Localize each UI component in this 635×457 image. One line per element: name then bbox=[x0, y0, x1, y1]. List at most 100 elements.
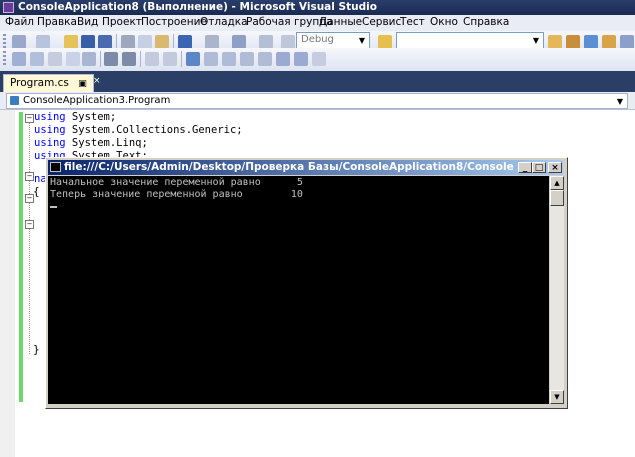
keyword: using bbox=[34, 124, 66, 136]
decrease-indent-icon[interactable] bbox=[104, 52, 118, 66]
cut-icon[interactable] bbox=[121, 35, 135, 49]
open-folder-icon[interactable] bbox=[64, 35, 78, 49]
class-icon bbox=[10, 96, 19, 105]
toggle-bookmark-icon[interactable] bbox=[186, 52, 200, 66]
console-title-bar[interactable]: file:///C:/Users/Admin/Desktop/Проверка … bbox=[48, 160, 563, 175]
separator bbox=[181, 51, 182, 67]
word-completion-icon[interactable] bbox=[66, 52, 80, 66]
next-bookmark-in-document-icon[interactable] bbox=[294, 52, 308, 66]
maximize-icon[interactable]: □ bbox=[532, 162, 546, 173]
type-selector[interactable]: ConsoleApplication3.Program ▼ bbox=[6, 93, 628, 109]
change-tracking-bar bbox=[19, 112, 23, 402]
comment-lines-icon[interactable] bbox=[145, 52, 159, 66]
console-scrollbar[interactable]: ▲ ▼ bbox=[550, 176, 564, 404]
menu-tools[interactable]: Сервис bbox=[362, 16, 401, 28]
scroll-up-icon[interactable]: ▲ bbox=[550, 176, 564, 190]
redo-icon[interactable] bbox=[205, 35, 219, 49]
solution-configuration-select[interactable]: Debug ▼ bbox=[296, 32, 370, 49]
keyword: using bbox=[34, 111, 66, 123]
solution-explorer-icon[interactable] bbox=[548, 35, 562, 49]
display-object-members-icon[interactable] bbox=[12, 52, 26, 66]
navigate-backward-icon[interactable] bbox=[232, 35, 246, 49]
selection-margin bbox=[0, 110, 15, 457]
increase-indent-icon[interactable] bbox=[122, 52, 136, 66]
title-bar: ConsoleApplication8 (Выполнение) - Micro… bbox=[0, 0, 635, 15]
next-bookmark-icon[interactable] bbox=[222, 52, 236, 66]
previous-bookmark-in-folder-icon[interactable] bbox=[240, 52, 254, 66]
separator bbox=[100, 51, 101, 67]
document-tab-strip: Program.cs ▣ × bbox=[0, 71, 635, 93]
visual-studio-icon bbox=[3, 2, 14, 13]
code-line: using System.Linq; bbox=[34, 137, 148, 149]
navigate-forward-icon[interactable] bbox=[259, 35, 273, 49]
menu-window[interactable]: Окно bbox=[430, 16, 458, 28]
next-bookmark-in-folder-icon[interactable] bbox=[258, 52, 272, 66]
object-browser-icon[interactable] bbox=[584, 35, 598, 49]
type-selector-value: ConsoleApplication3.Program bbox=[23, 95, 171, 106]
menu-help[interactable]: Справка bbox=[463, 16, 509, 28]
chevron-down-icon[interactable]: ▼ bbox=[530, 34, 542, 47]
new-project-icon[interactable] bbox=[12, 35, 26, 49]
bookmark-icon[interactable] bbox=[82, 52, 96, 66]
configuration-value: Debug bbox=[301, 34, 334, 45]
find-in-files-icon[interactable] bbox=[378, 35, 392, 49]
text-editor-toolbar bbox=[0, 48, 635, 72]
console-line: Теперь значение переменной равно 10 bbox=[50, 189, 303, 200]
chevron-down-icon[interactable]: ▼ bbox=[356, 34, 368, 47]
console-title: file:///C:/Users/Admin/Desktop/Проверка … bbox=[64, 161, 514, 173]
code-text: System.Linq; bbox=[65, 137, 148, 149]
paste-icon[interactable] bbox=[155, 35, 169, 49]
scroll-down-icon[interactable]: ▼ bbox=[550, 390, 564, 404]
tab-label: Program.cs bbox=[10, 77, 69, 89]
scroll-thumb[interactable] bbox=[550, 190, 564, 206]
keyword: using bbox=[34, 137, 66, 149]
menu-edit[interactable]: Правка bbox=[37, 16, 77, 28]
close-icon[interactable]: ▣ bbox=[78, 79, 87, 89]
add-item-icon[interactable] bbox=[36, 35, 50, 49]
open-brace: { bbox=[33, 185, 40, 198]
start-page-icon[interactable] bbox=[620, 35, 634, 49]
quick-info-icon[interactable] bbox=[48, 52, 62, 66]
previous-bookmark-in-document-icon[interactable] bbox=[276, 52, 290, 66]
uncomment-lines-icon[interactable] bbox=[163, 52, 177, 66]
console-output[interactable]: Начальное значение переменной равно 5 Те… bbox=[48, 176, 549, 404]
toolbar-grip[interactable] bbox=[3, 51, 6, 67]
menu-test[interactable]: Тест bbox=[400, 16, 425, 28]
previous-bookmark-icon[interactable] bbox=[204, 52, 218, 66]
menu-data[interactable]: Данные bbox=[319, 16, 362, 28]
tab-program-cs[interactable]: Program.cs ▣ bbox=[3, 74, 94, 93]
console-window[interactable]: file:///C:/Users/Admin/Desktop/Проверка … bbox=[45, 157, 568, 409]
chevron-down-icon[interactable]: ▼ bbox=[614, 95, 626, 108]
copy-icon[interactable] bbox=[138, 35, 152, 49]
save-icon[interactable] bbox=[81, 35, 95, 49]
menu-bar: Файл Правка Вид Проект Построение Отладк… bbox=[0, 15, 635, 32]
find-combo[interactable]: ▼ bbox=[396, 32, 544, 49]
code-text: System; bbox=[65, 111, 117, 123]
close-brace: } bbox=[33, 343, 40, 356]
collapse-icon[interactable]: − bbox=[25, 114, 34, 123]
code-line: using System; bbox=[34, 111, 116, 123]
save-all-icon[interactable] bbox=[98, 35, 112, 49]
collapse-icon[interactable]: − bbox=[25, 220, 34, 229]
menu-project[interactable]: Проект bbox=[102, 16, 142, 28]
separator bbox=[140, 51, 141, 67]
window-title: ConsoleApplication8 (Выполнение) - Micro… bbox=[18, 1, 377, 13]
properties-window-icon[interactable] bbox=[566, 35, 580, 49]
console-cursor bbox=[50, 206, 57, 208]
clear-bookmarks-icon[interactable] bbox=[312, 52, 326, 66]
undo-icon[interactable] bbox=[178, 35, 192, 49]
menu-build[interactable]: Построение bbox=[141, 16, 207, 28]
menu-debug[interactable]: Отладка bbox=[200, 16, 248, 28]
outlining-guide bbox=[29, 118, 31, 354]
pin-icon[interactable]: × bbox=[93, 76, 101, 86]
menu-file[interactable]: Файл bbox=[5, 16, 34, 28]
close-icon[interactable]: × bbox=[548, 162, 562, 173]
code-text: System.Collections.Generic; bbox=[65, 124, 243, 136]
collapse-icon[interactable]: − bbox=[25, 172, 34, 181]
toolbox-icon[interactable] bbox=[602, 35, 616, 49]
menu-view[interactable]: Вид bbox=[77, 16, 98, 28]
console-icon[interactable] bbox=[50, 162, 61, 172]
parameter-info-icon[interactable] bbox=[30, 52, 44, 66]
minimize-icon[interactable]: _ bbox=[518, 162, 532, 173]
start-debugging-icon[interactable] bbox=[281, 35, 295, 49]
